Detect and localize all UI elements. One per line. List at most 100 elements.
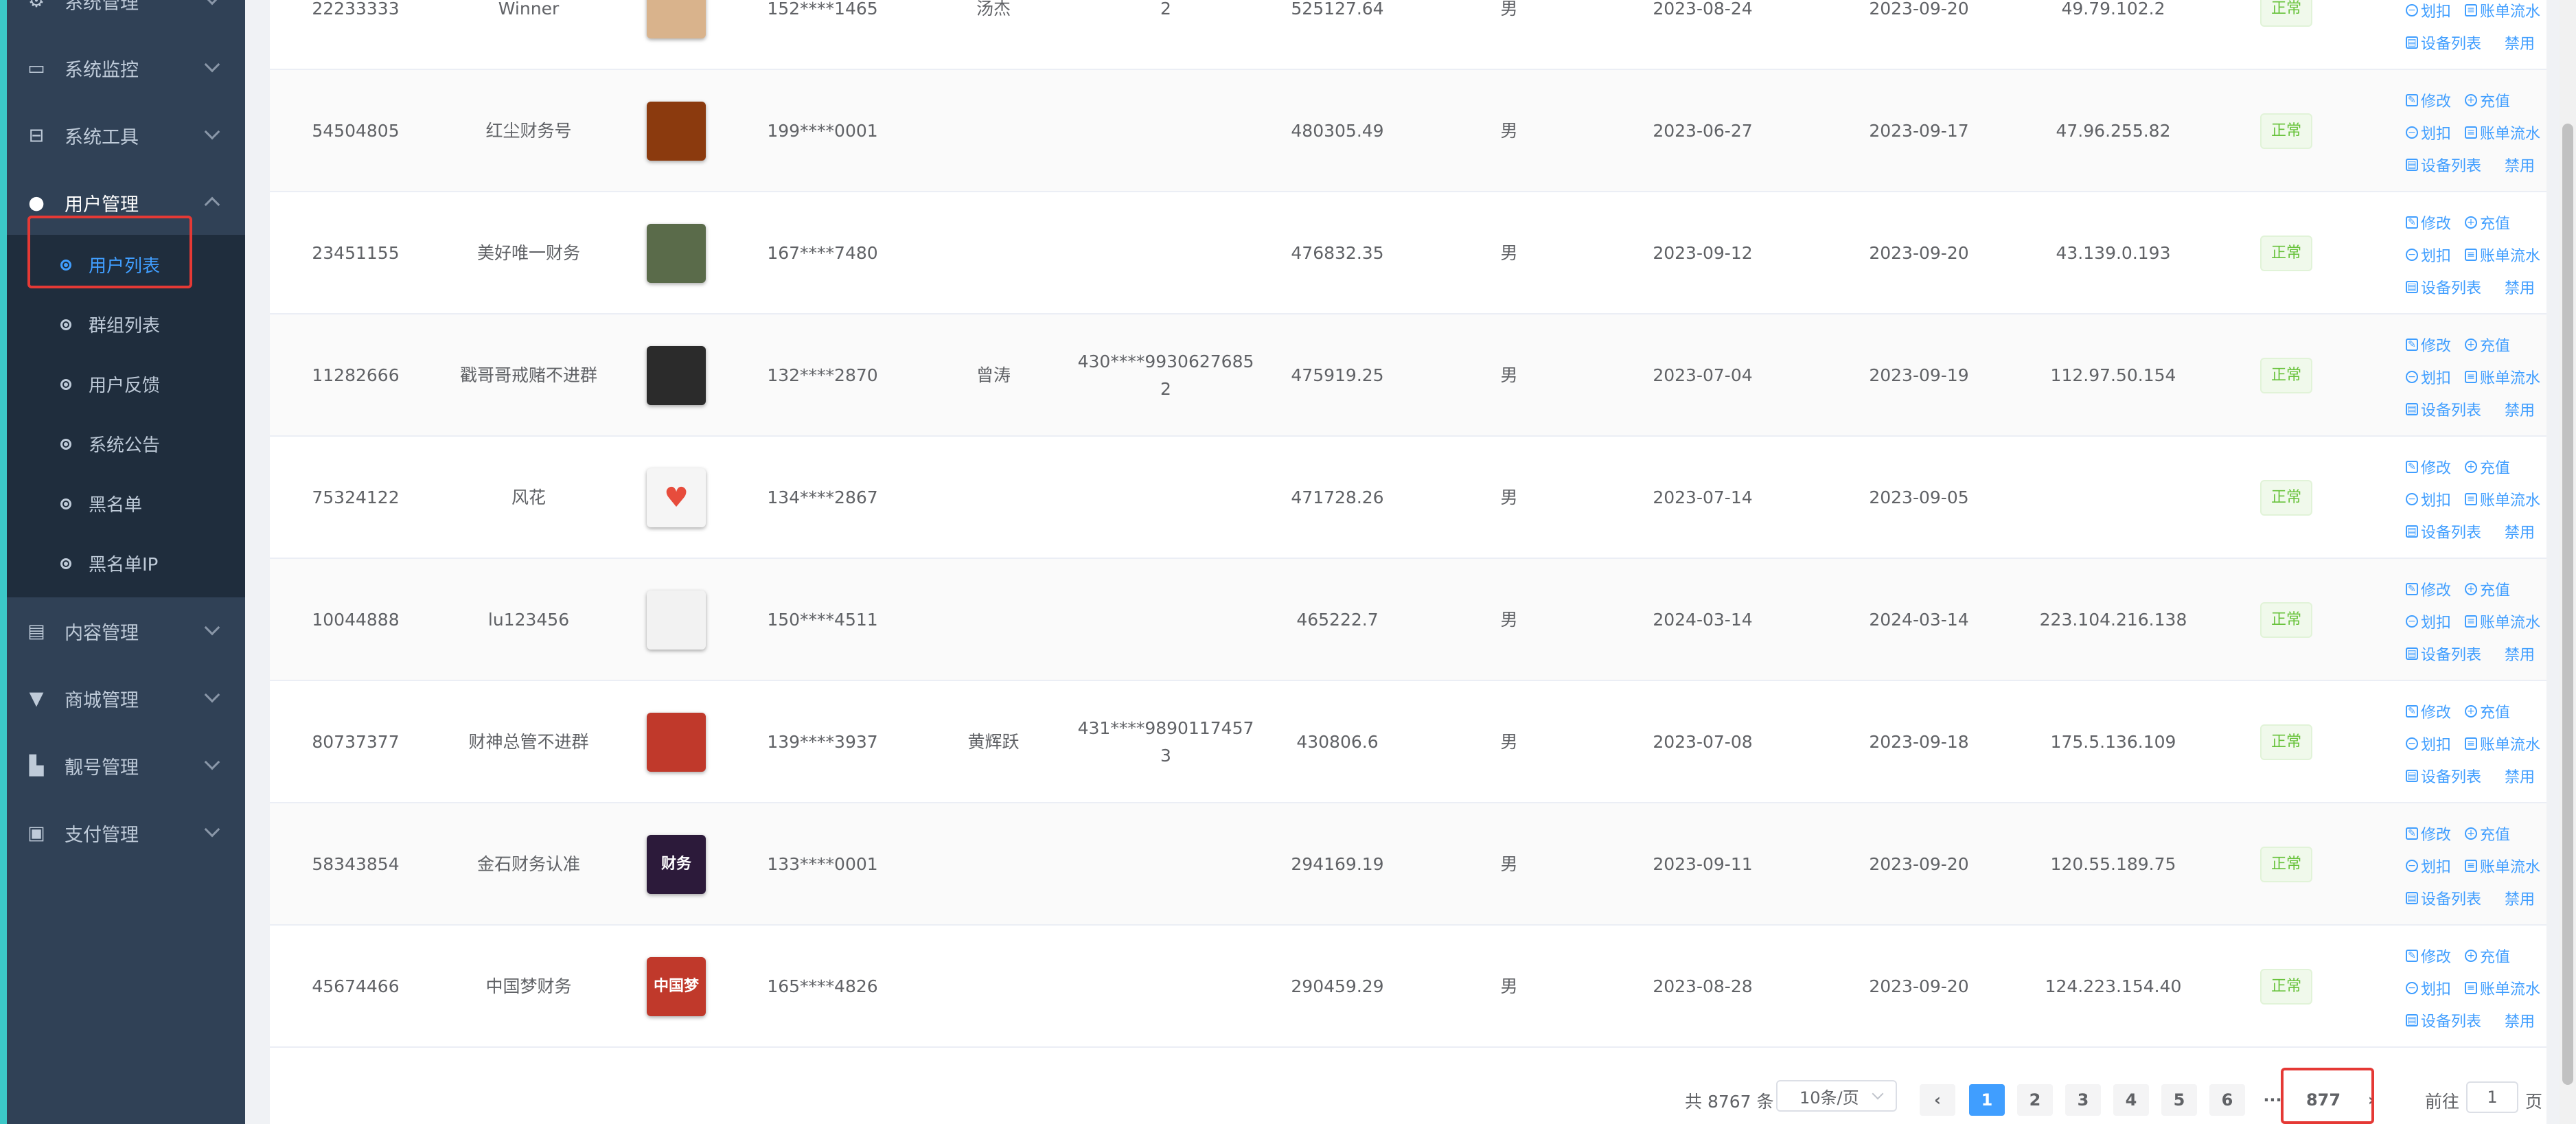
bill-flow-button[interactable]: ≡ 账单流水	[2465, 122, 2540, 144]
submenu-item-4[interactable]: 黑名单	[7, 474, 245, 533]
recharge-button[interactable]: + 充值	[2465, 211, 2510, 233]
sidebar-menu-0[interactable]: ⚙ 系统管理	[7, 0, 245, 34]
action-label: 设备列表	[2421, 769, 2482, 786]
avatar[interactable]	[647, 0, 706, 38]
disable-button[interactable]: 禁用	[2505, 32, 2535, 54]
bill-flow-button[interactable]: ≡ 账单流水	[2465, 733, 2540, 755]
submenu-item-2[interactable]: 用户反馈	[7, 354, 245, 413]
edit-button[interactable]: ✎ 修改	[2406, 89, 2451, 111]
avatar[interactable]	[647, 590, 706, 650]
recharge-button[interactable]: + 充值	[2465, 700, 2510, 722]
page-button-2[interactable]: 2	[2017, 1084, 2053, 1116]
deduct-button[interactable]: − 划扣	[2406, 855, 2451, 877]
disable-button[interactable]: 禁用	[2505, 520, 2535, 542]
disable-button[interactable]: 禁用	[2505, 765, 2535, 787]
vertical-scrollbar[interactable]	[2560, 0, 2576, 1124]
submenu-item-3[interactable]: 系统公告	[7, 414, 245, 473]
recharge-button[interactable]: + 充值	[2465, 823, 2510, 845]
deduct-button[interactable]: − 划扣	[2406, 122, 2451, 144]
scrollbar-thumb[interactable]	[2562, 124, 2573, 1085]
page-button-6[interactable]: 6	[2209, 1084, 2245, 1116]
deduct-button[interactable]: − 划扣	[2406, 488, 2451, 510]
avatar[interactable]	[647, 713, 706, 772]
recharge-button[interactable]: + 充值	[2465, 334, 2510, 356]
cell-status: 正常	[2204, 70, 2369, 192]
device-list-button[interactable]: ▤ 设备列表	[2406, 887, 2481, 909]
device-list-button[interactable]: ▤ 设备列表	[2406, 643, 2481, 665]
deduct-button[interactable]: − 划扣	[2406, 0, 2451, 21]
sidebar-menu-4[interactable]: ▤ 内容管理	[7, 597, 245, 665]
disable-button[interactable]: 禁用	[2505, 1009, 2535, 1031]
recharge-button[interactable]: + 充值	[2465, 578, 2510, 600]
action-label: 划扣	[2421, 615, 2452, 632]
action-label: 账单流水	[2480, 492, 2541, 509]
goto-page-input[interactable]: 1	[2466, 1081, 2518, 1113]
page-button-1[interactable]: 1	[1969, 1084, 2005, 1116]
prev-page-button[interactable]: ‹	[1920, 1084, 1955, 1116]
deduct-button[interactable]: − 划扣	[2406, 244, 2451, 266]
device-list-button[interactable]: ▤ 设备列表	[2406, 1009, 2481, 1031]
bill-flow-button[interactable]: ≡ 账单流水	[2465, 366, 2540, 388]
page-button-5[interactable]: 5	[2161, 1084, 2197, 1116]
table-row: 23451155 美好唯一财务 167****7480 476832.35 男 2023-…	[270, 192, 2546, 314]
disable-button[interactable]: 禁用	[2505, 643, 2535, 665]
cell-avatar	[594, 314, 759, 437]
avatar[interactable]: 中国梦	[647, 957, 706, 1016]
bill-flow-button[interactable]: ≡ 账单流水	[2465, 977, 2540, 999]
cell-phone: 150****4511	[740, 559, 905, 681]
edit-button[interactable]: ✎ 修改	[2406, 823, 2451, 845]
bill-flow-button[interactable]: ≡ 账单流水	[2465, 244, 2540, 266]
device-list-button[interactable]: ▤ 设备列表	[2406, 398, 2481, 420]
deduct-icon: −	[2406, 4, 2418, 16]
device-list-button[interactable]: ▤ 设备列表	[2406, 765, 2481, 787]
sidebar-menu-2[interactable]: ⊟ 系统工具	[7, 102, 245, 169]
sidebar-menu-6[interactable]: ▙ 靓号管理	[7, 732, 245, 799]
avatar[interactable]	[647, 346, 706, 405]
page-size-select[interactable]: 10条/页	[1776, 1080, 1897, 1112]
radio-dot-icon	[60, 319, 71, 330]
device-list-button[interactable]: ▤ 设备列表	[2406, 154, 2481, 176]
cell-idcard	[1083, 803, 1248, 926]
avatar[interactable]: 财务	[647, 835, 706, 894]
cell-avatar	[594, 192, 759, 314]
cell-text: 风花	[511, 488, 546, 507]
recharge-button[interactable]: + 充值	[2465, 456, 2510, 478]
page-button-4[interactable]: 4	[2113, 1084, 2149, 1116]
edit-button[interactable]: ✎ 修改	[2406, 334, 2451, 356]
avatar[interactable]	[647, 102, 706, 161]
deduct-button[interactable]: − 划扣	[2406, 977, 2451, 999]
bill-flow-button[interactable]: ≡ 账单流水	[2465, 855, 2540, 877]
sidebar-menu-1[interactable]: ▭ 系统监控	[7, 34, 245, 102]
edit-button[interactable]: ✎ 修改	[2406, 211, 2451, 233]
bill-flow-button[interactable]: ≡ 账单流水	[2465, 488, 2540, 510]
disable-button[interactable]: 禁用	[2505, 887, 2535, 909]
device-list-button[interactable]: ▤ 设备列表	[2406, 520, 2481, 542]
bill-flow-button[interactable]: ≡ 账单流水	[2465, 610, 2540, 632]
device-list-button[interactable]: ▤ 设备列表	[2406, 276, 2481, 298]
action-label: 禁用	[2505, 525, 2535, 542]
cell-gender: 男	[1427, 192, 1591, 314]
edit-button[interactable]: ✎ 修改	[2406, 700, 2451, 722]
edit-button[interactable]: ✎ 修改	[2406, 456, 2451, 478]
sidebar-menu-7[interactable]: ▣ 支付管理	[7, 799, 245, 867]
monitor-icon: ▭	[27, 57, 45, 79]
avatar[interactable]: ♥	[647, 468, 706, 527]
deduct-button[interactable]: − 划扣	[2406, 733, 2451, 755]
device-list-button[interactable]: ▤ 设备列表	[2406, 32, 2481, 54]
avatar[interactable]	[647, 224, 706, 283]
page-button-3[interactable]: 3	[2065, 1084, 2101, 1116]
cell-avatar	[594, 0, 759, 70]
edit-button[interactable]: ✎ 修改	[2406, 945, 2451, 967]
sidebar-menu-5[interactable]: ▼ 商城管理	[7, 665, 245, 732]
recharge-button[interactable]: + 充值	[2465, 89, 2510, 111]
edit-button[interactable]: ✎ 修改	[2406, 578, 2451, 600]
recharge-button[interactable]: + 充值	[2465, 945, 2510, 967]
disable-button[interactable]: 禁用	[2505, 154, 2535, 176]
submenu-item-5[interactable]: 黑名单IP	[7, 534, 245, 593]
disable-button[interactable]: 禁用	[2505, 276, 2535, 298]
deduct-button[interactable]: − 划扣	[2406, 610, 2451, 632]
submenu-item-1[interactable]: 群组列表	[7, 295, 245, 354]
bill-flow-button[interactable]: ≡ 账单流水	[2465, 0, 2540, 21]
deduct-button[interactable]: − 划扣	[2406, 366, 2451, 388]
disable-button[interactable]: 禁用	[2505, 398, 2535, 420]
